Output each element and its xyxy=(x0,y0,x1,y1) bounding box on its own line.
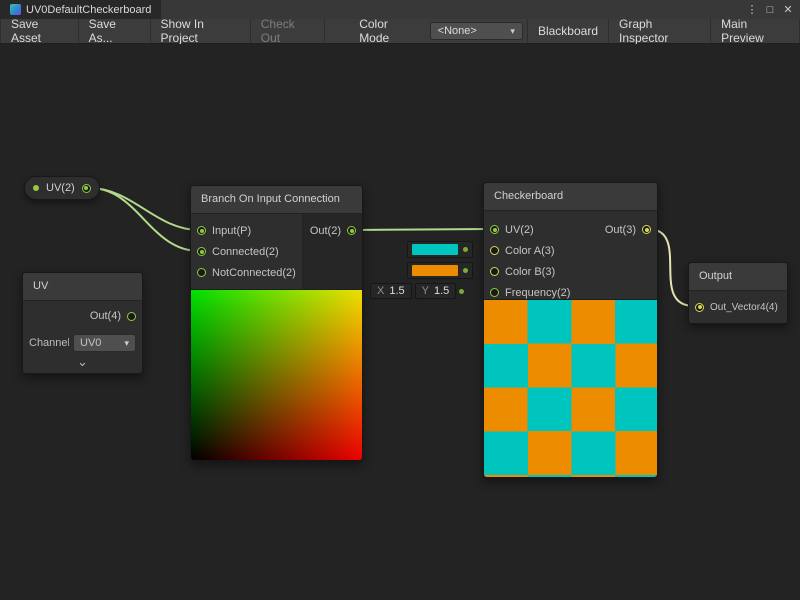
tab-title: UV0DefaultCheckerboard xyxy=(26,4,151,16)
save-as-button[interactable]: Save As... xyxy=(79,19,151,43)
edge-uv-to-input[interactable] xyxy=(90,188,199,230)
frequency-x-value[interactable]: 1.5 xyxy=(389,285,404,297)
edge-branch-to-checkerboard[interactable] xyxy=(353,229,489,230)
checkerboard-input-row: Color A(3) xyxy=(484,240,657,261)
port-out-3[interactable] xyxy=(642,225,651,234)
port-label: Connected(2) xyxy=(212,246,279,258)
branch-node-title[interactable]: Branch On Input Connection xyxy=(191,186,362,214)
color-b-field[interactable] xyxy=(407,262,473,279)
port-label: Out(3) xyxy=(605,224,636,236)
branch-input-row: NotConnected(2) xyxy=(191,262,302,283)
main-preview-toggle[interactable]: Main Preview xyxy=(711,19,800,43)
x-axis-label: X xyxy=(377,285,384,297)
checkerboard-output-row: Out(3) xyxy=(587,219,657,240)
frequency-y-field[interactable]: Y 1.5 xyxy=(415,283,457,299)
port-label: NotConnected(2) xyxy=(212,267,296,279)
port-color-b[interactable] xyxy=(490,267,499,276)
preview-expander-chevron[interactable]: ⌄ xyxy=(23,354,142,373)
check-out-button: Check Out xyxy=(251,19,325,43)
chevron-down-icon: ▾ xyxy=(510,26,515,37)
port-out-vector4[interactable] xyxy=(695,303,704,312)
port-label: Frequency(2) xyxy=(505,287,570,299)
checkerboard-node-body: UV(2) Color A(3) Color B(3) Frequency(2)… xyxy=(484,211,657,299)
show-in-project-button[interactable]: Show In Project xyxy=(151,19,251,43)
y-axis-label: Y xyxy=(422,285,429,297)
color-mode-value: <None> xyxy=(438,25,477,37)
port-notconnected[interactable] xyxy=(197,268,206,277)
menu-icon[interactable]: ⋮ xyxy=(745,3,759,16)
checkerboard-input-row: Color B(3) xyxy=(484,261,657,282)
port-label: Color A(3) xyxy=(505,245,555,257)
uv-channel-row: Channel UV0 ▾ xyxy=(23,331,142,354)
maximize-icon[interactable]: □ xyxy=(763,4,777,16)
checkerboard-node-preview xyxy=(484,299,657,477)
branch-node[interactable]: Branch On Input Connection Input(P) Conn… xyxy=(190,185,363,461)
shader-graph-icon xyxy=(10,4,21,15)
channel-label: Channel xyxy=(29,337,69,349)
branch-node-preview xyxy=(191,289,362,460)
color-b-connector-dot xyxy=(463,268,468,273)
graph-canvas[interactable]: UV(2) Branch On Input Connection Input(P… xyxy=(0,44,800,600)
frequency-y-value[interactable]: 1.5 xyxy=(434,285,449,297)
port-out-2[interactable] xyxy=(347,226,356,235)
port-connected[interactable] xyxy=(197,247,206,256)
port-uv-2[interactable] xyxy=(490,225,499,234)
toolbar: Save Asset Save As... Show In Project Ch… xyxy=(0,19,800,44)
output-node-title[interactable]: Output xyxy=(689,263,787,291)
pill-label: UV(2) xyxy=(46,182,75,194)
close-icon[interactable]: ✕ xyxy=(781,3,795,16)
branch-input-row: Connected(2) xyxy=(191,241,302,262)
color-a-field[interactable] xyxy=(407,241,473,258)
port-out-4[interactable] xyxy=(127,312,136,321)
chevron-down-icon: ▾ xyxy=(124,338,129,349)
branch-node-body: Input(P) Connected(2) NotConnected(2) Ou… xyxy=(191,214,362,289)
checkerboard-node[interactable]: Checkerboard UV(2) Color A(3) Color B(3)… xyxy=(483,182,658,478)
uv-output-row: Out(4) xyxy=(23,301,142,331)
port-frequency[interactable] xyxy=(490,288,499,297)
pill-input-dot xyxy=(33,185,39,191)
output-node[interactable]: Output Out_Vector4(4) xyxy=(688,262,788,324)
port-label: UV(2) xyxy=(505,224,534,236)
port-label: Input(P) xyxy=(212,225,251,237)
save-asset-button[interactable]: Save Asset xyxy=(0,19,79,43)
edge-uv-to-connected[interactable] xyxy=(90,188,199,251)
checkerboard-input-row: Frequency(2) xyxy=(484,282,657,303)
branch-input-row: Input(P) xyxy=(191,220,302,241)
port-label: Out(2) xyxy=(310,225,341,237)
port-label: Out_Vector4(4) xyxy=(710,302,778,313)
port-label: Color B(3) xyxy=(505,266,555,278)
output-input-row: Out_Vector4(4) xyxy=(689,291,787,323)
color-a-connector-dot xyxy=(463,247,468,252)
checkerboard-node-title[interactable]: Checkerboard xyxy=(484,183,657,211)
color-mode-dropdown[interactable]: <None> ▾ xyxy=(430,22,523,40)
uv-node-title[interactable]: UV xyxy=(23,273,142,301)
graph-inspector-toggle[interactable]: Graph Inspector xyxy=(609,19,711,43)
channel-dropdown[interactable]: UV0 ▾ xyxy=(73,334,136,352)
frequency-field: X 1.5 Y 1.5 xyxy=(370,283,464,299)
blackboard-toggle[interactable]: Blackboard xyxy=(527,19,609,43)
channel-value: UV0 xyxy=(80,337,101,349)
frequency-x-field[interactable]: X 1.5 xyxy=(370,283,412,299)
color-b-swatch[interactable] xyxy=(412,265,458,276)
port-input-p[interactable] xyxy=(197,226,206,235)
pill-output-port[interactable] xyxy=(82,184,91,193)
branch-output-row: Out(2) xyxy=(303,220,362,241)
color-mode-label: Color Mode xyxy=(351,19,425,43)
port-color-a[interactable] xyxy=(490,246,499,255)
frequency-connector-dot xyxy=(459,289,464,294)
color-a-swatch[interactable] xyxy=(412,244,458,255)
port-label: Out(4) xyxy=(90,310,121,322)
uv-pill-node[interactable]: UV(2) xyxy=(24,176,100,200)
uv-node[interactable]: UV Out(4) Channel UV0 ▾ ⌄ xyxy=(22,272,143,374)
